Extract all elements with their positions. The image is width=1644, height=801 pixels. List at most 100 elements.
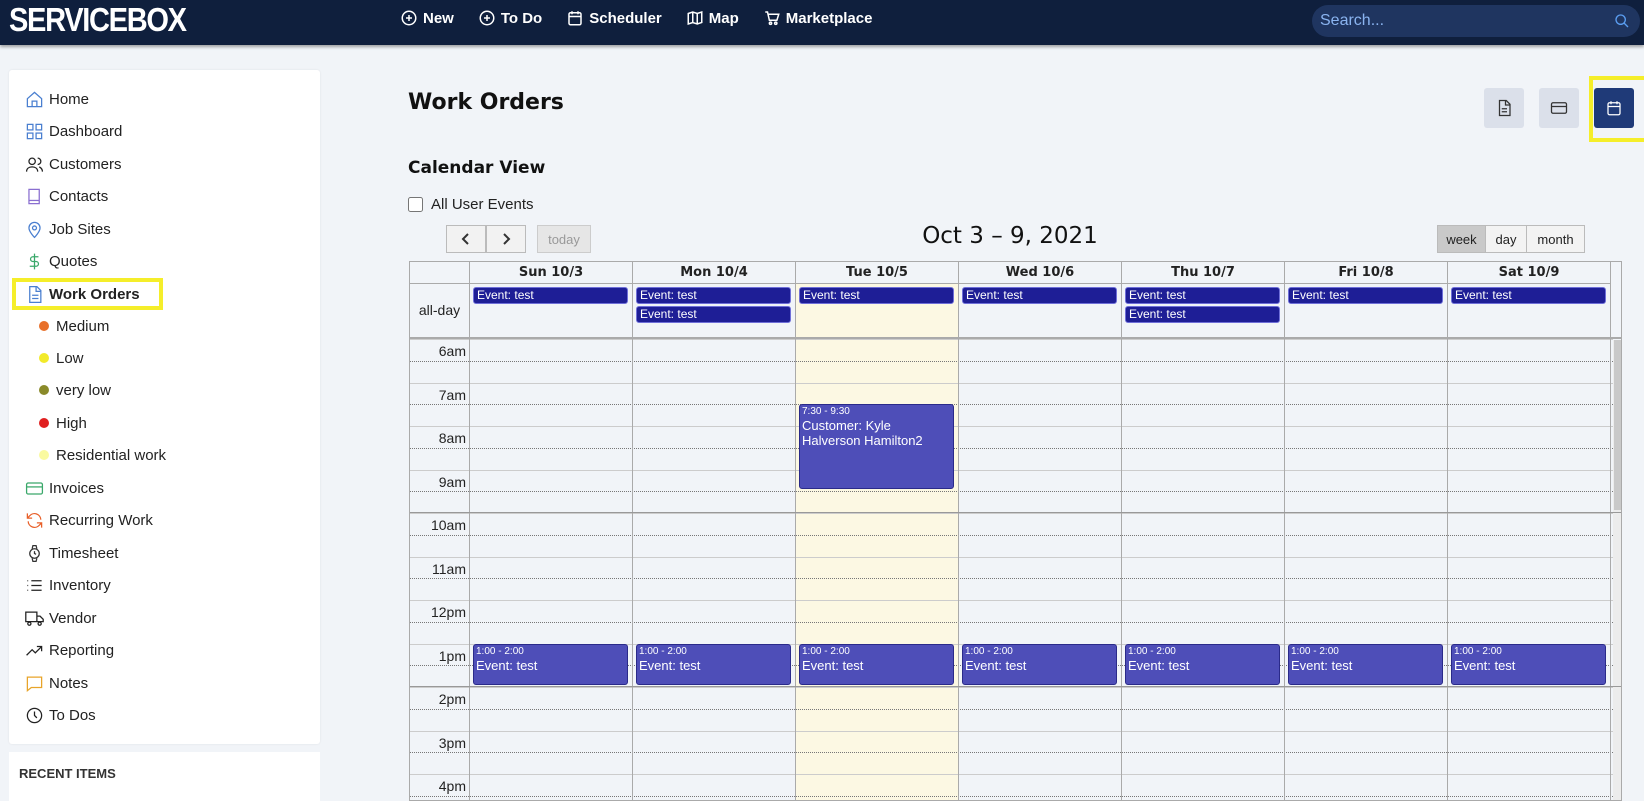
next-button[interactable] (486, 225, 526, 253)
day-header[interactable]: Thu 10/7 (1122, 262, 1285, 284)
truck-icon (25, 611, 44, 626)
timed-event[interactable]: 1:00 - 2:00 Event: test (636, 643, 791, 685)
hour-label: 2pm (438, 691, 466, 707)
sidebar-item-dashboard[interactable]: Dashboard (25, 117, 122, 145)
today-button[interactable]: today (537, 225, 591, 253)
nav-new-label: New (423, 9, 454, 27)
watch-icon (29, 544, 40, 562)
app-logo[interactable]: SERVICEBOX (9, 0, 187, 40)
day-header[interactable]: Mon 10/4 (633, 262, 796, 284)
sidebar-item-notes[interactable]: Notes (25, 669, 88, 697)
sidebar-item-inventory[interactable]: Inventory (25, 571, 111, 599)
timed-event[interactable]: 1:00 - 2:00 Event: test (1125, 643, 1280, 685)
list-view-button[interactable] (1484, 88, 1524, 128)
nav-map[interactable]: Map (686, 9, 739, 27)
search-input[interactable] (1320, 5, 1600, 37)
allday-event[interactable]: Event: test (1125, 306, 1280, 323)
priority-dot (39, 353, 49, 363)
sidebar-item-quotes[interactable]: Quotes (25, 247, 97, 275)
allday-event[interactable]: Event: test (473, 287, 628, 304)
view-day-button[interactable]: day (1485, 225, 1527, 253)
priority-dot (39, 418, 49, 428)
message-icon (26, 676, 43, 692)
sidebar-item-contacts[interactable]: Contacts (25, 182, 108, 210)
sidebar-item-job-sites[interactable]: Job Sites (25, 215, 111, 243)
sidebar-item-vendor[interactable]: Vendor (25, 604, 97, 632)
allday-event[interactable]: Event: test (636, 306, 791, 323)
sidebar-item-label: Reporting (49, 641, 115, 659)
day-header[interactable]: Sat 10/9 (1448, 262, 1611, 284)
sidebar-subitem-very-low[interactable]: very low (39, 377, 111, 403)
timed-event[interactable]: 1:00 - 2:00 Event: test (1451, 643, 1606, 685)
home-icon (26, 91, 43, 107)
hour-line (410, 469, 1613, 471)
allday-event[interactable]: Event: test (962, 287, 1117, 304)
recent-items-title: RECENT ITEMS (19, 766, 116, 781)
column-divider (958, 284, 959, 800)
sidebar-item-invoices[interactable]: Invoices (25, 474, 104, 502)
sidebar-item-reporting[interactable]: Reporting (25, 636, 114, 664)
sidebar-item-home[interactable]: Home (25, 85, 89, 113)
sidebar-subitem-low[interactable]: Low (39, 345, 84, 371)
calendar-scrollbar[interactable] (1613, 340, 1621, 800)
calendar-range-title: Oct 3 – 9, 2021 (922, 223, 1098, 249)
trending-up-icon (26, 645, 43, 656)
priority-dot (39, 321, 49, 331)
sidebar-item-label: Home (49, 90, 90, 108)
sidebar-item-label: Quotes (49, 252, 98, 270)
event-time: 7:30 - 9:30 (802, 406, 850, 418)
nav-marketplace[interactable]: Marketplace (763, 9, 872, 27)
allday-event[interactable]: Event: test (1451, 287, 1606, 304)
dashboard-icon (26, 123, 43, 139)
scrollbar-thumb[interactable] (1614, 340, 1621, 510)
search-box (1312, 5, 1640, 37)
sidebar-item-timesheet[interactable]: Timesheet (25, 539, 118, 567)
day-header[interactable]: Fri 10/8 (1285, 262, 1448, 284)
all-user-events-toggle[interactable]: All User Events (408, 196, 534, 213)
allday-event[interactable]: Event: test (1125, 287, 1280, 304)
sidebar-subitem-residential-work[interactable]: Residential work (39, 442, 166, 468)
timed-event[interactable]: 1:00 - 2:00 Event: test (962, 643, 1117, 685)
view-month-button[interactable]: month (1526, 225, 1585, 253)
sidebar-subitem-label: Low (56, 349, 84, 367)
sidebar-subitem-medium[interactable]: Medium (39, 313, 109, 339)
hour-line (410, 382, 1613, 384)
timed-event[interactable]: 1:00 - 2:00 Event: test (799, 643, 954, 685)
sidebar-subitem-label: Residential work (56, 446, 167, 464)
day-header[interactable]: Wed 10/6 (959, 262, 1122, 284)
search-icon[interactable] (1614, 13, 1630, 29)
timed-event[interactable]: 1:00 - 2:00 Event: test (473, 643, 628, 685)
plus-circle-icon (401, 10, 417, 26)
timed-event[interactable]: 1:00 - 2:00 Event: test (1288, 643, 1443, 685)
sidebar-item-customers[interactable]: Customers (25, 150, 122, 178)
cart-icon (765, 11, 780, 26)
card-view-button[interactable] (1539, 88, 1579, 128)
top-nav: New To Do Scheduler Map Marketplace (400, 0, 896, 36)
column-divider (469, 284, 470, 800)
day-header[interactable]: Tue 10/5 (796, 262, 959, 284)
nav-todo[interactable]: To Do (478, 9, 542, 27)
hour-label: 10am (430, 517, 466, 533)
sidebar-subitem-high[interactable]: High (39, 410, 87, 436)
event-time: 1:00 - 2:00 (476, 645, 524, 657)
allday-event[interactable]: Event: test (799, 287, 954, 304)
timed-event[interactable]: 7:30 - 9:30 Customer: Kyle Halverson Hami… (799, 404, 954, 490)
sidebar-item-label: Job Sites (49, 220, 111, 238)
hour-label: 1pm (438, 647, 466, 664)
hour-label: 3pm (438, 734, 466, 751)
prev-button[interactable] (446, 225, 486, 253)
nav-new[interactable]: New (400, 9, 454, 27)
all-user-events-checkbox[interactable] (408, 197, 423, 212)
allday-event[interactable]: Event: test (1288, 287, 1443, 304)
map-pin-icon (28, 221, 41, 238)
sidebar-subitem-label: very low (56, 381, 112, 399)
sidebar-item-to-dos[interactable]: To Dos (25, 701, 96, 729)
calendar-icon (568, 11, 582, 26)
day-header[interactable]: Sun 10/3 (470, 262, 633, 284)
section-separator (410, 512, 1621, 513)
allday-event[interactable]: Event: test (636, 287, 791, 304)
sidebar-item-recurring-work[interactable]: Recurring Work (25, 506, 153, 534)
priority-dot (39, 450, 49, 460)
view-week-button[interactable]: week (1437, 225, 1486, 253)
nav-scheduler[interactable]: Scheduler (566, 9, 662, 27)
